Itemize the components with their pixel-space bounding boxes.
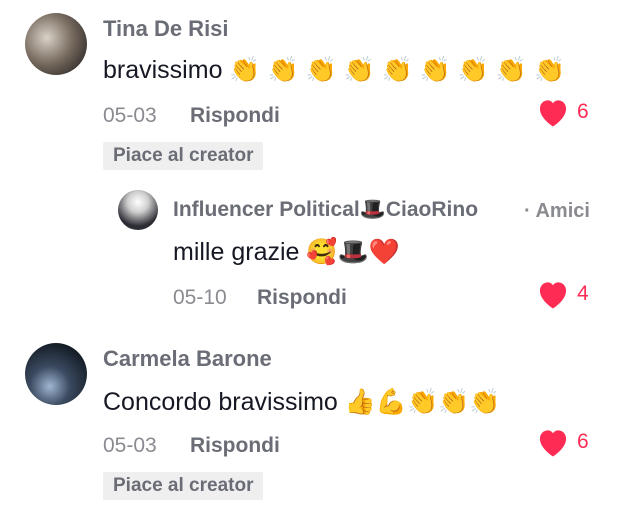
comment-item: Carmela Barone Concordo bravissimo 👍💪👏👏👏… <box>0 330 640 506</box>
heart-icon <box>539 430 567 457</box>
relation-label: · Amici <box>524 200 590 222</box>
creator-liked-badge: Piace al creator <box>103 142 264 170</box>
like-button[interactable]: 6 <box>535 96 589 128</box>
comment-date: 05-10 <box>173 286 227 309</box>
comment-text: mille grazie 🥰🎩❤️ <box>173 238 400 266</box>
heart-icon <box>539 100 567 127</box>
like-count: 6 <box>577 430 589 453</box>
comment-date: 05-03 <box>103 104 157 127</box>
comment-author[interactable]: Carmela Barone <box>103 346 272 372</box>
comment-item: Tina De Risi bravissimo 👏 👏 👏 👏 👏 👏 👏 👏 … <box>0 0 640 180</box>
comment-author[interactable]: Influencer Political🎩CiaoRino <box>173 198 478 222</box>
comment-date: 05-03 <box>103 434 157 457</box>
reply-button[interactable]: Rispondi <box>190 104 280 128</box>
like-button[interactable]: 4 <box>535 278 589 310</box>
reply-button[interactable]: Rispondi <box>190 434 280 458</box>
comment-text: bravissimo 👏 👏 👏 👏 👏 👏 👏 👏 👏 <box>103 56 566 84</box>
creator-liked-badge: Piace al creator <box>103 472 264 500</box>
comment-author[interactable]: Tina De Risi <box>103 16 229 42</box>
reply-button[interactable]: Rispondi <box>257 286 347 310</box>
reply-comment-item: Influencer Political🎩CiaoRino · Amici mi… <box>0 180 640 325</box>
like-count: 4 <box>577 282 589 305</box>
like-count: 6 <box>577 100 589 123</box>
avatar[interactable] <box>25 13 87 75</box>
avatar[interactable] <box>25 343 87 405</box>
like-button[interactable]: 6 <box>535 426 589 458</box>
heart-icon <box>539 282 567 309</box>
avatar[interactable] <box>118 190 158 230</box>
comment-text: Concordo bravissimo 👍💪👏👏👏 <box>103 388 501 416</box>
